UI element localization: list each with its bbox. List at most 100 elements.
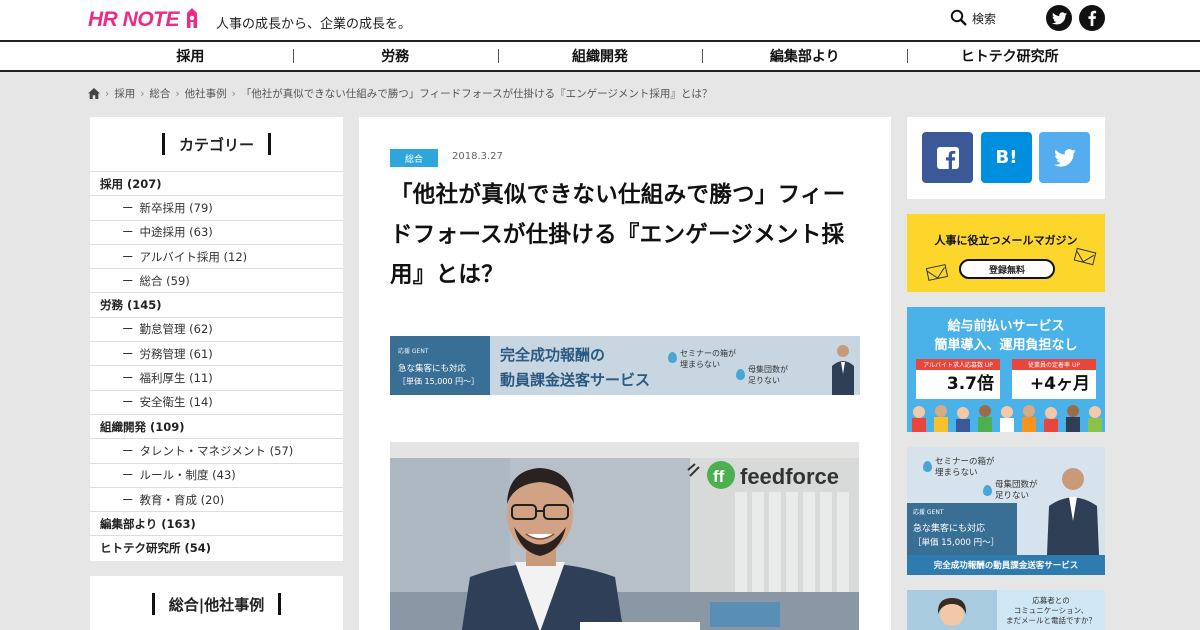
pay-ad-stat-applications: アルバイト求人応募数 UP 3.7倍 [916, 359, 1000, 399]
ad-main-line1: 完全成功報酬の [500, 346, 606, 364]
category-parent-item[interactable]: 採用 (207) [90, 171, 343, 195]
hatena-icon: B! [995, 147, 1018, 168]
crowd-illustration [907, 403, 1105, 432]
gent-ad-banner[interactable]: 応援 GENT 急な集客にも対応 ［単価 15,000 円～］ 完全成功報酬の … [390, 336, 860, 395]
category-child-item[interactable]: タレント・マネジメント (57) [90, 438, 343, 462]
nav-hitotech-lab[interactable]: ヒトテク研究所 [907, 42, 1112, 70]
category-child-item[interactable]: 教育・育成 (20) [90, 486, 343, 511]
pay-ad-line1: 給与前払いサービス [947, 319, 1065, 334]
seminar-bubble-2: 母集団数が 足りない [995, 480, 1038, 501]
drop-icon [736, 369, 745, 380]
title-bar-left [161, 133, 165, 155]
seminar-ad-bottom-bar: 完全成功報酬の動員課金送客サービス [907, 555, 1105, 575]
stat-label: アルバイト求人応募数 UP [916, 359, 1000, 370]
envelope-icon [925, 264, 949, 281]
category-title-text: カテゴリー [178, 135, 254, 154]
category-child-item[interactable]: ルール・制度 (43) [90, 462, 343, 487]
twitter-header-link[interactable] [1046, 5, 1072, 31]
search-label: 検索 [972, 11, 997, 26]
contact-ad[interactable]: 応募者との コミュニケーション、 まだメールと電話ですか？ [907, 590, 1105, 630]
newsletter-title: 人事に役立つメールマガジン [934, 234, 1078, 247]
breadcrumb-item[interactable]: 総合 [149, 86, 170, 101]
hatena-bookmark-button[interactable]: B! [981, 132, 1032, 183]
ad-left-line2: ［単価 15,000 円～］ [398, 377, 480, 386]
category-badge[interactable]: 総合 [390, 149, 438, 167]
pay-ad-line2: 簡単導入、運用負担なし [934, 338, 1078, 353]
twitter-icon [1051, 11, 1067, 24]
photo-feedforce-logo: feedforce [740, 464, 839, 489]
title-bar-left [151, 593, 155, 615]
pay-ad-stat-retention: 従業員の定着率 UP +4ヶ月 [1012, 359, 1096, 399]
site-header: HR NOTE 人事の成長から、企業の成長を。 検索 [0, 0, 1200, 40]
facebook-square-icon [936, 146, 959, 169]
nav-from-editors[interactable]: 編集部より [702, 42, 907, 70]
nav-recruiting[interactable]: 採用 [88, 42, 293, 70]
facebook-share-button[interactable] [922, 132, 973, 183]
category-child-item[interactable]: 中途採用 (63) [90, 219, 343, 244]
article-hero-photo: ff feedforce [390, 442, 859, 630]
stat-label: 従業員の定着率 UP [1012, 359, 1096, 370]
stat-value: 3.7倍 [946, 374, 994, 394]
facebook-header-link[interactable] [1079, 5, 1105, 31]
contact-ad-text: 応募者との コミュニケーション、 まだメールと電話ですか？ [1006, 596, 1096, 625]
ad-left-line1: 急な集客にも対応 [398, 364, 467, 374]
category-child-item[interactable]: 新卒採用 (79) [90, 195, 343, 219]
seminar-bubble-1: セミナーの箱が 埋まらない [935, 457, 995, 478]
businessman-illustration [832, 345, 854, 395]
tag-widget: 総合|他社事例 [90, 576, 343, 630]
home-icon[interactable] [88, 88, 100, 99]
title-bar-right [268, 133, 271, 155]
breadcrumb-separator: › [105, 87, 110, 100]
gent-seminar-ad[interactable]: セミナーの箱が 埋まらない 母集団数が 足りない 応援 GENT 急な集客にも対… [907, 447, 1105, 575]
site-logo[interactable]: HR NOTE [88, 8, 180, 32]
office-photo-illustration: ff feedforce [390, 442, 859, 630]
category-child-item[interactable]: 安全衛生 (14) [90, 389, 343, 414]
twitter-share-button[interactable] [1039, 132, 1090, 183]
breadcrumb-current: 「他社が真似できない仕組みで勝つ」フィードフォースが仕掛ける『エンゲージメント採… [240, 88, 713, 100]
logo-mark-icon [187, 8, 197, 28]
enigma-pay-ad[interactable]: 給与前払いサービス 簡単導入、運用負担なし アルバイト求人応募数 UP 3.7倍… [907, 307, 1105, 432]
seminar-ad-left-line2: ［単価 15,000 円～］ [913, 538, 1000, 548]
share-widget: B! [907, 117, 1105, 199]
breadcrumb-item[interactable]: 他社事例 [185, 86, 227, 101]
category-widget-title: カテゴリー [90, 117, 343, 171]
seminar-ad-left-line1: 急な集客にも対応 [913, 524, 986, 534]
businessman-illustration [1047, 468, 1099, 555]
drop-icon [983, 485, 992, 496]
search-icon [950, 9, 967, 26]
twitter-icon [1053, 148, 1076, 167]
ad-main-line2: 動員課金送客サービス [500, 371, 651, 389]
category-parent-item[interactable]: 組織開発 (109) [90, 413, 343, 438]
category-parent-item[interactable]: 編集部より (163) [90, 511, 343, 535]
nav-org-development[interactable]: 組織開発 [497, 42, 703, 70]
category-child-item[interactable]: 勤怠管理 (62) [90, 316, 343, 341]
breadcrumb-separator: › [175, 87, 180, 100]
svg-text:ff: ff [713, 467, 725, 486]
global-nav: 採用 労務 組織開発 編集部より ヒトテク研究所 [0, 40, 1200, 72]
newsletter-signup-button[interactable]: 登録無料 [959, 259, 1055, 279]
seminar-ad-brand: 応援 GENT [913, 509, 944, 516]
category-parent-item[interactable]: 労務 (145) [90, 292, 343, 316]
breadcrumb-item[interactable]: 採用 [114, 86, 135, 101]
breadcrumb: › 採用 › 総合 › 他社事例 › 「他社が真似できない仕組みで勝つ」フィード… [88, 86, 712, 101]
category-child-item[interactable]: 総合 (59) [90, 268, 343, 292]
drop-icon [923, 461, 932, 472]
ad-bubble-2: 母集団数が 足りない [748, 365, 788, 385]
category-child-item[interactable]: 労務管理 (61) [90, 341, 343, 365]
category-child-item[interactable]: 福利厚生 (11) [90, 365, 343, 389]
category-widget: カテゴリー 採用 (207)新卒採用 (79)中途採用 (63)アルバイト採用 … [90, 117, 343, 561]
ad-left-panel: 応援 GENT 急な集客にも対応 ［単価 15,000 円～］ [390, 336, 490, 395]
category-child-item[interactable]: アルバイト採用 (12) [90, 243, 343, 268]
tag-title-text: 総合|他社事例 [168, 595, 265, 614]
publish-date: 2018.3.27 [452, 151, 503, 162]
nav-labor[interactable]: 労務 [292, 42, 498, 70]
category-parent-item[interactable]: ヒトテク研究所 (54) [90, 535, 343, 559]
facebook-icon [1088, 10, 1097, 26]
woman-phone-illustration [907, 590, 997, 630]
ad-brand: 応援 GENT [398, 348, 429, 355]
search-button[interactable]: 検索 [950, 8, 996, 28]
seminar-ad-blue-panel: 応援 GENT 急な集客にも対応 ［単価 15,000 円～］ [907, 503, 1017, 555]
drop-icon [668, 352, 677, 363]
newsletter-ad[interactable]: 人事に役立つメールマガジン 登録無料 [907, 214, 1105, 292]
site-tagline: 人事の成長から、企業の成長を。 [216, 17, 412, 32]
